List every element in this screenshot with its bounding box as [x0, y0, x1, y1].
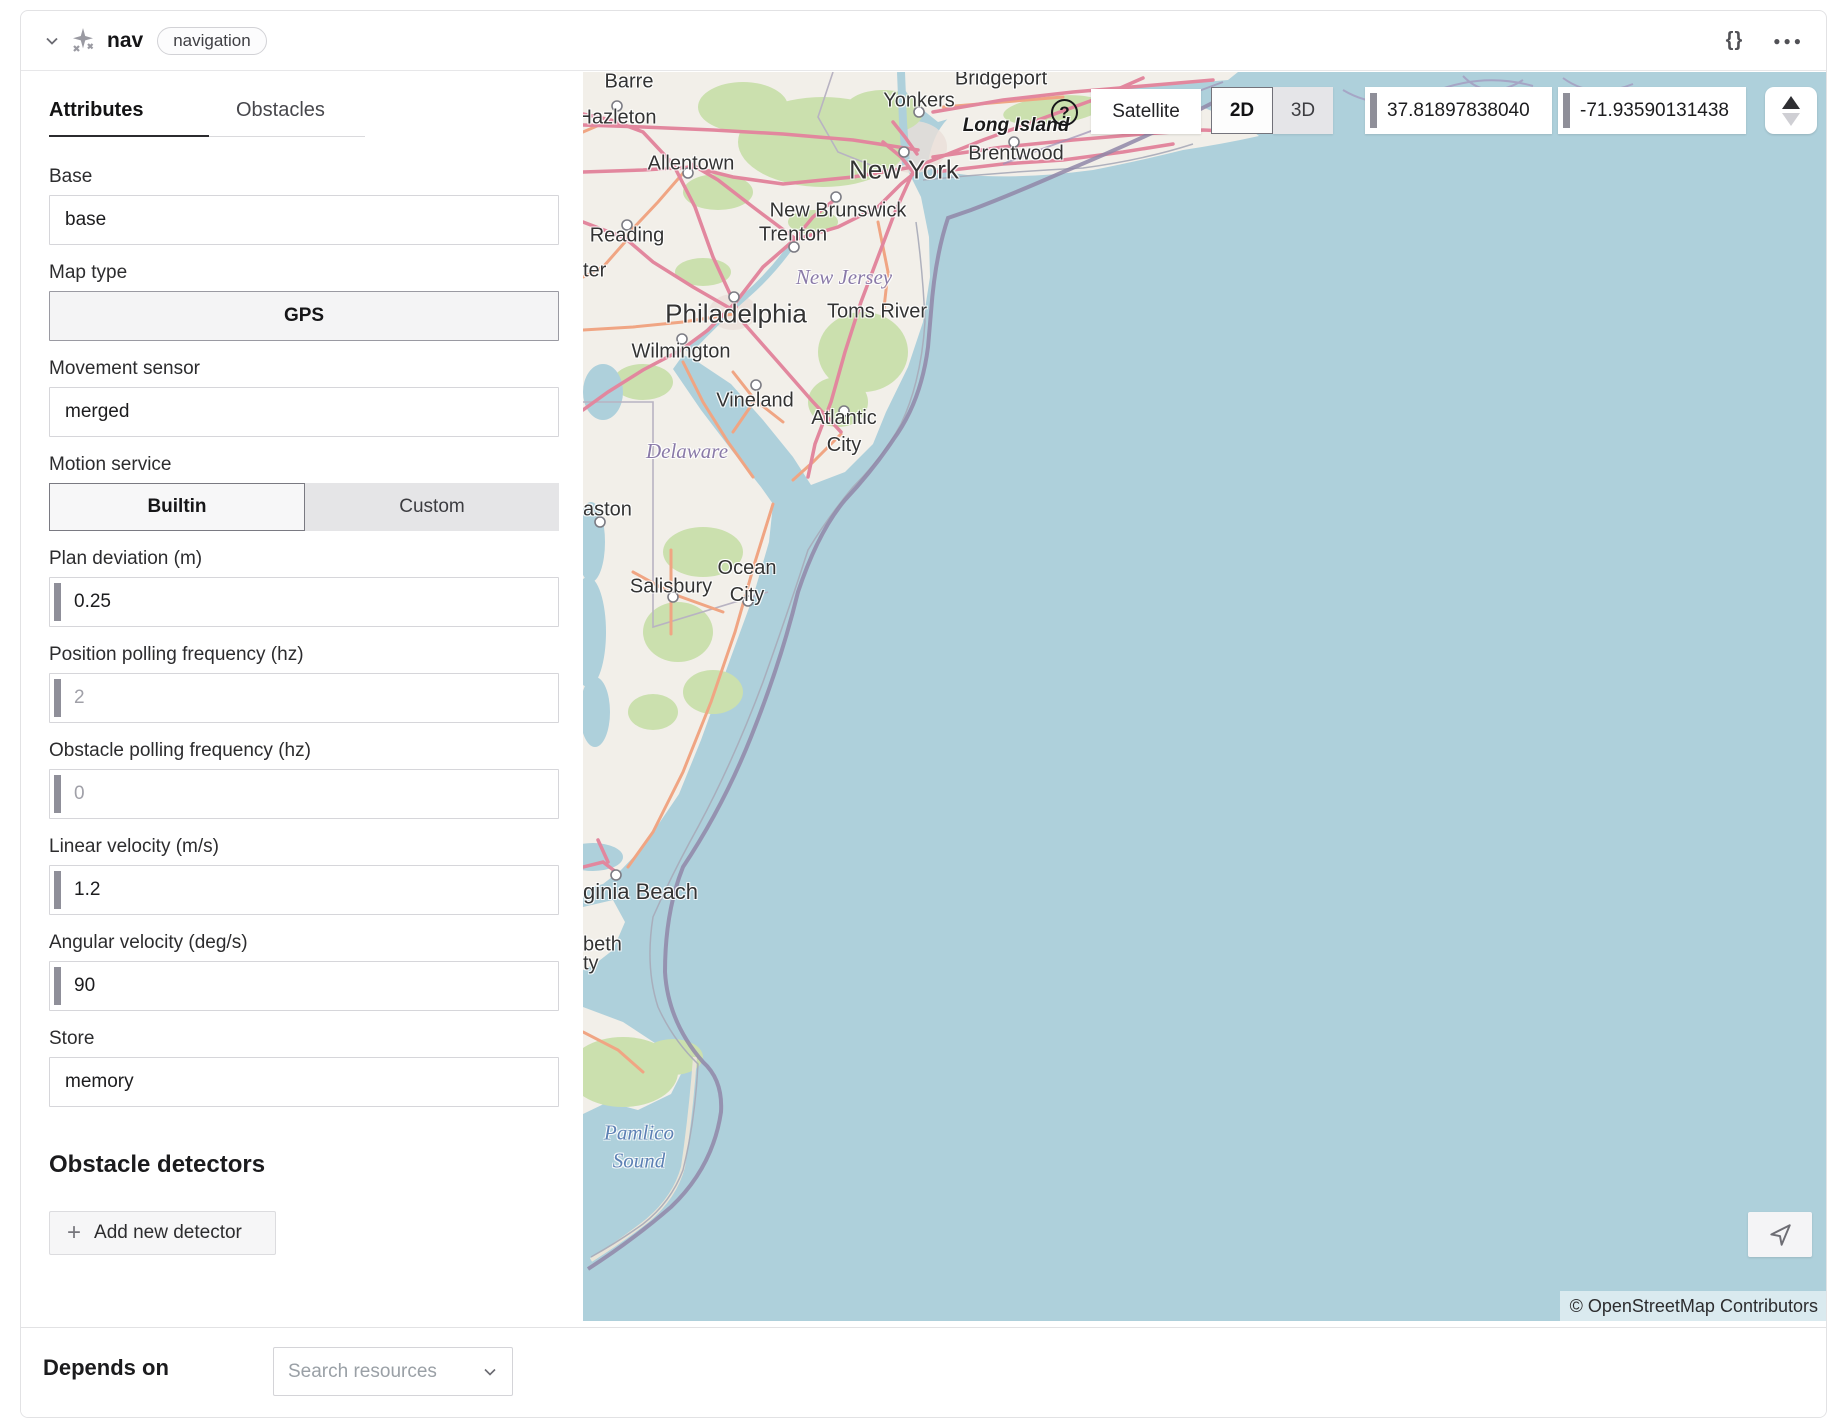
position-polling-label: Position polling frequency (hz): [49, 644, 559, 666]
depends-on-heading: Depends on: [43, 1355, 169, 1381]
number-drag-handle[interactable]: [54, 775, 61, 813]
number-drag-handle[interactable]: [1563, 93, 1570, 128]
obstacle-polling-input[interactable]: [49, 769, 559, 819]
longitude-input[interactable]: [1558, 87, 1746, 134]
motion-service-toggle: Builtin Custom: [49, 483, 559, 531]
latitude-field: [1365, 87, 1552, 134]
obstacle-polling-label: Obstacle polling frequency (hz): [49, 740, 559, 762]
service-card: nav navigation {} ●●● Attributes Obstacl…: [20, 10, 1827, 1418]
longitude-field: [1558, 87, 1746, 134]
number-drag-handle[interactable]: [54, 679, 61, 717]
angular-velocity-label: Angular velocity (deg/s): [49, 932, 559, 954]
map-canvas[interactable]: Barre Hazleton Allentown Reading ter Yon…: [583, 72, 1827, 1321]
help-icon[interactable]: ?: [1051, 99, 1078, 126]
panel-tabs: Attributes Obstacles: [49, 99, 365, 137]
zoom-out-arrow-icon[interactable]: [1782, 113, 1800, 126]
json-mode-icon[interactable]: {}: [1726, 29, 1744, 52]
more-menu-icon[interactable]: ●●●: [1773, 34, 1804, 48]
zoom-in-arrow-icon[interactable]: [1782, 96, 1800, 109]
plus-icon: +: [67, 1221, 81, 1245]
map-dimension-toggle: 2D 3D: [1211, 87, 1333, 134]
motion-service-label: Motion service: [49, 454, 559, 476]
resource-type-badge: navigation: [157, 27, 267, 55]
position-polling-input[interactable]: [49, 673, 559, 723]
plan-deviation-input[interactable]: [49, 577, 559, 627]
config-panel: Attributes Obstacles Base Map type GPS M…: [21, 71, 583, 1319]
card-header: nav navigation {} ●●●: [21, 11, 1826, 71]
collapse-chevron-icon[interactable]: [43, 32, 61, 50]
number-drag-handle[interactable]: [54, 967, 61, 1005]
navigation-arrow-icon: [1767, 1222, 1793, 1248]
depends-on-select[interactable]: Search resources: [273, 1347, 513, 1396]
satellite-toggle-button[interactable]: Satellite: [1091, 89, 1201, 134]
number-drag-handle[interactable]: [54, 871, 61, 909]
tab-attributes[interactable]: Attributes: [49, 99, 209, 137]
map-attribution: © OpenStreetMap Contributors: [1560, 1291, 1827, 1321]
add-detector-button[interactable]: + Add new detector: [49, 1211, 276, 1255]
recenter-button[interactable]: [1748, 1212, 1812, 1257]
depends-on-section: Depends on Search resources: [21, 1327, 1826, 1417]
motion-service-builtin-option[interactable]: Builtin: [49, 483, 305, 531]
plan-deviation-label: Plan deviation (m): [49, 548, 559, 570]
map-type-gps-button[interactable]: GPS: [49, 291, 559, 341]
tab-obstacles[interactable]: Obstacles: [236, 99, 325, 136]
motion-service-custom-option[interactable]: Custom: [305, 483, 559, 531]
linear-velocity-label: Linear velocity (m/s): [49, 836, 559, 858]
latitude-input[interactable]: [1365, 87, 1552, 134]
depends-on-placeholder: Search resources: [288, 1361, 482, 1383]
zoom-stepper[interactable]: [1765, 87, 1817, 134]
movement-sensor-label: Movement sensor: [49, 358, 559, 380]
number-drag-handle[interactable]: [54, 583, 61, 621]
map-tiles: [583, 72, 1827, 1321]
chevron-down-icon: [482, 1364, 498, 1380]
number-drag-handle[interactable]: [1370, 93, 1377, 128]
mode-3d-button[interactable]: 3D: [1273, 87, 1333, 134]
add-detector-label: Add new detector: [94, 1222, 242, 1244]
obstacle-detectors-heading: Obstacle detectors: [49, 1151, 583, 1179]
movement-sensor-input[interactable]: [49, 387, 559, 437]
base-input[interactable]: [49, 195, 559, 245]
resource-title: nav: [107, 29, 143, 53]
mode-2d-button[interactable]: 2D: [1211, 87, 1273, 134]
angular-velocity-input[interactable]: [49, 961, 559, 1011]
store-input[interactable]: [49, 1057, 559, 1107]
navigation-service-icon: [69, 27, 96, 54]
store-label: Store: [49, 1028, 559, 1050]
map-type-label: Map type: [49, 262, 559, 284]
base-label: Base: [49, 166, 559, 188]
linear-velocity-input[interactable]: [49, 865, 559, 915]
